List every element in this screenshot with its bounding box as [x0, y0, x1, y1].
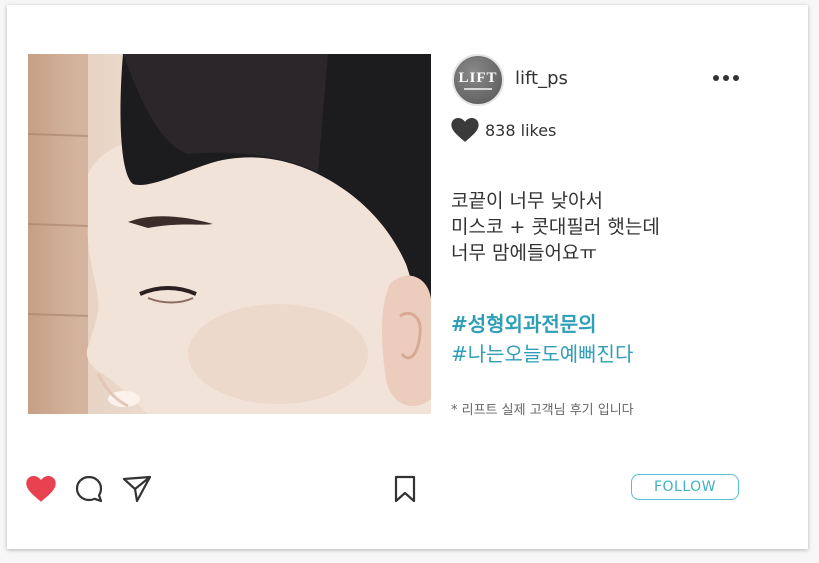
- comment-icon: [75, 475, 103, 503]
- avatar-logo: LIFT: [458, 69, 498, 86]
- hashtag-link[interactable]: #나는오늘도예뻐진다: [451, 338, 633, 367]
- caption-line: 너무 맘에들어요ㅠ: [451, 242, 597, 264]
- heart-icon: [451, 118, 479, 142]
- bookmark-icon: [394, 475, 416, 503]
- save-button[interactable]: [388, 472, 422, 506]
- heart-filled-icon: [26, 475, 56, 502]
- likes-count: 838 likes: [485, 121, 557, 140]
- post-card: LIFT lift_ps 838 likes 코끝이 너무 낮아서 미스코 + …: [7, 5, 808, 549]
- more-dot: [713, 75, 719, 81]
- more-dots-icon[interactable]: [711, 68, 741, 88]
- like-button[interactable]: [24, 472, 58, 506]
- hashtag-link[interactable]: #성형외과전문의: [451, 308, 597, 337]
- more-dot: [733, 75, 739, 81]
- post-caption: 코끝이 너무 낮아서 미스코 + 콧대필러 햇는데 너무 맘에들어요ㅠ: [451, 188, 781, 266]
- avatar[interactable]: LIFT: [452, 54, 504, 106]
- caption-line: 코끝이 너무 낮아서: [451, 190, 603, 212]
- avatar-logo-underline: [464, 87, 492, 90]
- follow-button[interactable]: FOLLOW: [631, 474, 739, 500]
- comment-button[interactable]: [72, 472, 106, 506]
- likes-row: 838 likes: [451, 118, 556, 143]
- username[interactable]: lift_ps: [515, 68, 568, 89]
- more-dot: [723, 75, 729, 81]
- disclaimer-note: * 리프트 실제 고객님 후기 입니다: [451, 403, 634, 418]
- profile-face-illustration: [28, 54, 431, 414]
- send-icon: [122, 475, 152, 503]
- share-button[interactable]: [120, 472, 154, 506]
- post-photo[interactable]: [28, 54, 431, 414]
- caption-line: 미스코 + 콧대필러 햇는데: [451, 216, 660, 238]
